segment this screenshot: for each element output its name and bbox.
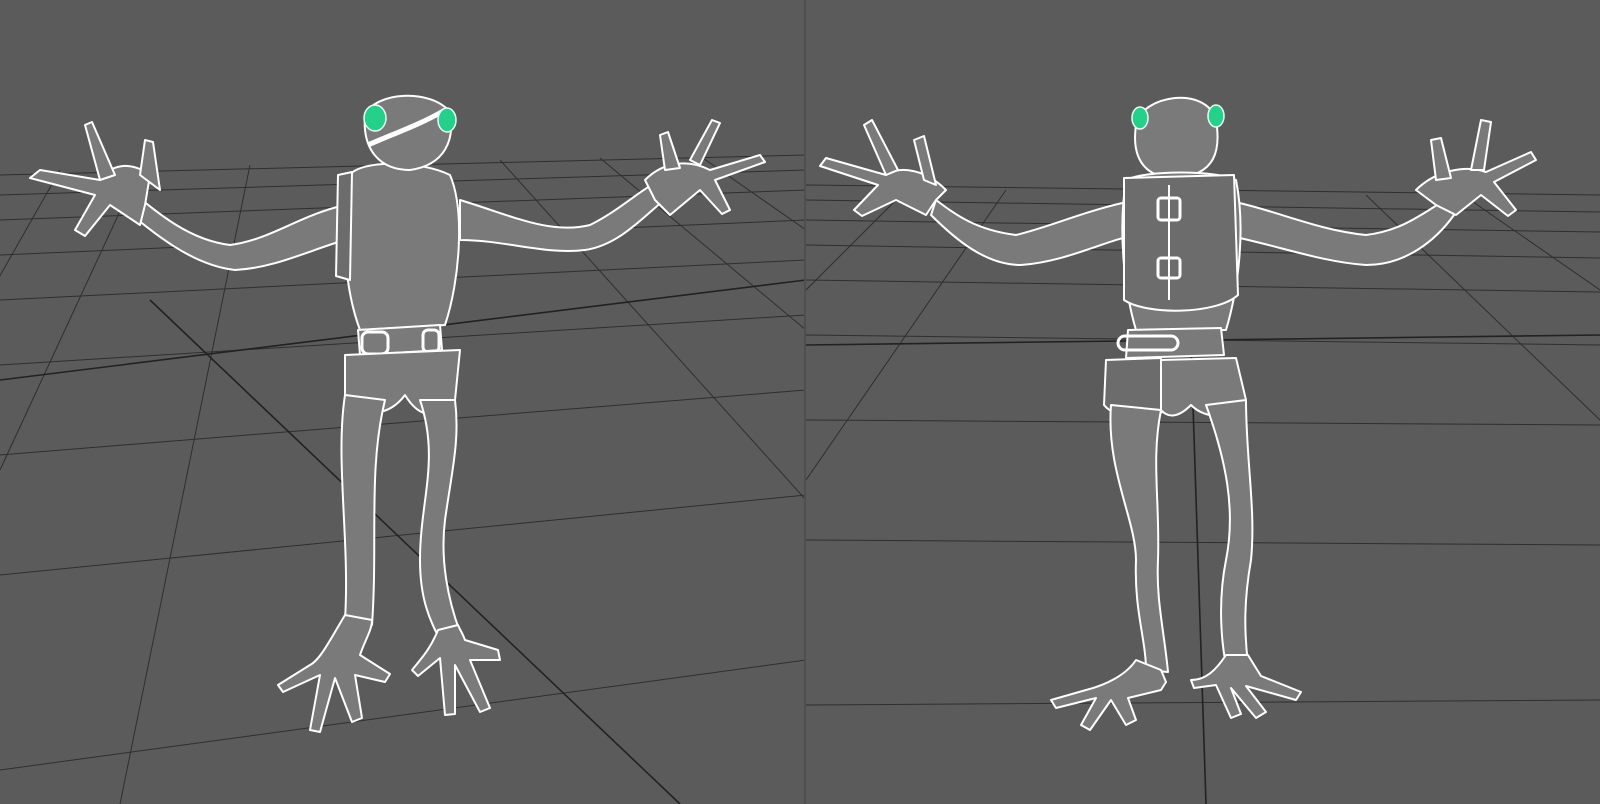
eye-left xyxy=(1131,106,1149,130)
eye-right xyxy=(1207,104,1225,128)
viewport-front[interactable] xyxy=(0,0,806,804)
frog-model-front[interactable] xyxy=(29,94,766,733)
eye-left xyxy=(363,104,387,132)
viewport-back[interactable] xyxy=(806,0,1600,804)
eye-right xyxy=(437,107,457,133)
backpack xyxy=(1123,174,1239,312)
scene-canvas-back[interactable] xyxy=(806,0,1600,804)
frog-model-back[interactable] xyxy=(819,96,1537,731)
scene-canvas-front[interactable] xyxy=(0,0,806,804)
